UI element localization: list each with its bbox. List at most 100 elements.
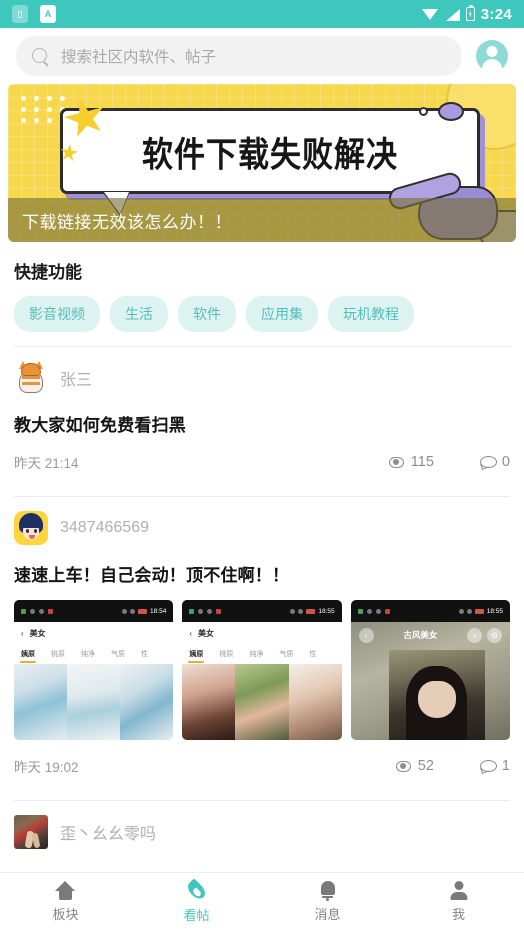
account-avatar-icon[interactable] — [476, 40, 508, 72]
post-title[interactable]: 教大家如何免费看扫黑 — [14, 411, 510, 436]
banner-caption-bar: 下载链接无效该怎么办！！ — [8, 198, 516, 242]
thumbnail-status-bar: 18:55 — [182, 600, 342, 622]
status-bar-clock: 3:24 — [480, 5, 512, 23]
post-item[interactable]: 3487466569 速速上车！自己会动！顶不住啊！！ 18:54 ‹ 美女 姨… — [0, 497, 524, 786]
thumbnail-inner-photo — [388, 650, 485, 740]
comment-icon — [479, 759, 497, 773]
comment-count: 0 — [479, 454, 510, 470]
thumbnail-tab: 桃原 — [51, 651, 65, 658]
post-thumbnail[interactable]: 18:55 ‹ 美女 姨原 桃原 纯净 气质 性 — [182, 600, 342, 740]
eye-icon — [388, 456, 404, 468]
post-header: 歪丶幺幺零吗 — [14, 815, 510, 849]
quick-functions-title: 快捷功能 — [14, 263, 82, 282]
thumbnail-player-view: ‹ 古风美女 ♪ ⚙ — [350, 622, 510, 740]
banner-title: 软件下载失败解决 — [142, 134, 398, 176]
thumbnail-tab: 气质 — [279, 651, 294, 658]
thumbnail-tab: 性 — [141, 651, 148, 658]
avatar[interactable] — [14, 511, 48, 545]
chip-life[interactable]: 生活 — [110, 296, 168, 332]
view-count: 115 — [388, 454, 434, 470]
back-chevron-icon: ‹ — [21, 628, 24, 638]
tab-messages[interactable]: 消息 — [262, 880, 393, 923]
search-input[interactable]: 搜索社区内软件、帖子 — [61, 45, 216, 67]
tab-profile[interactable]: 我 — [393, 880, 524, 923]
search-bar[interactable]: 搜索社区内软件、帖子 — [16, 36, 462, 76]
post-username[interactable]: 张三 — [60, 366, 92, 390]
thumbnail-tab: 姨原 — [188, 651, 205, 663]
chip-software[interactable]: 软件 — [178, 296, 236, 332]
flame-icon — [187, 880, 206, 901]
home-icon — [55, 880, 76, 900]
volume-icon: ♪ — [466, 627, 482, 643]
comment-icon — [479, 455, 497, 469]
thumbnail-status-bar: 18:54 — [14, 600, 174, 622]
thumbnail-tab: 性 — [309, 651, 317, 658]
banner-caption: 下载链接无效该怎么办！！ — [22, 212, 232, 232]
thumbnail-tab: 纯净 — [81, 651, 95, 658]
battery-charging-icon — [465, 4, 475, 21]
back-chevron-icon: ‹ — [189, 628, 192, 638]
promo-banner[interactable]: 软件下载失败解决 下载链接无效该怎么办！！ — [8, 84, 516, 242]
post-thumbnail[interactable]: 18:54 ‹ 美女 姨原 桃原 纯净 气质 性 — [14, 600, 174, 740]
chip-app-collection[interactable]: 应用集 — [246, 296, 318, 332]
view-count: 52 — [395, 758, 434, 774]
tab-profile-label: 我 — [451, 907, 465, 922]
app-notification-icon: A — [40, 5, 56, 23]
post-header: 3487466569 — [14, 511, 510, 545]
quick-functions-chip-list: 影音视频 生活 软件 应用集 玩机教程 — [14, 296, 510, 332]
avatar[interactable] — [14, 815, 48, 849]
post-item[interactable]: 歪丶幺幺零吗 — [0, 801, 524, 859]
comment-count: 1 — [479, 758, 510, 774]
thumbnail-tabs: 姨原 桃原 纯净 气质 性 — [14, 644, 174, 664]
chip-tutorial[interactable]: 玩机教程 — [328, 296, 414, 332]
bottom-navigation: 板块 看帖 消息 我 — [0, 872, 524, 930]
status-bar-left-icons: ▯ A — [12, 5, 56, 23]
app-header: 搜索社区内软件、帖子 — [0, 28, 524, 84]
thumbnail-nav-title: 美女 — [198, 628, 214, 638]
thumbnail-tab: 姨原 — [20, 651, 36, 663]
wifi-icon — [421, 8, 439, 21]
view-count-value: 52 — [417, 758, 434, 774]
post-item[interactable]: 张三 教大家如何免费看扫黑 昨天 21:14 115 0 — [0, 347, 524, 482]
post-stats: 52 1 — [395, 758, 510, 774]
post-header: 张三 — [14, 361, 510, 395]
status-bar: ▯ A 3:24 — [0, 0, 524, 28]
thumbnail-tab: 纯净 — [249, 651, 264, 658]
post-timestamp: 昨天 19:02 — [14, 760, 79, 775]
thumbnail-status-bar: 18:55 — [350, 600, 510, 622]
avatar[interactable] — [14, 361, 48, 395]
person-icon — [449, 880, 468, 900]
thumbnail-clock: 18:54 — [150, 607, 167, 615]
post-thumbnail-list: 18:54 ‹ 美女 姨原 桃原 纯净 气质 性 18:55 ‹ 美女 姨原 桃… — [14, 600, 510, 740]
post-meta: 昨天 19:02 52 1 — [14, 756, 510, 776]
chip-video[interactable]: 影音视频 — [14, 296, 100, 332]
comment-count-value: 1 — [501, 758, 510, 774]
battery-saver-notification-icon: ▯ — [12, 5, 28, 23]
thumbnail-tabs: 姨原 桃原 纯净 气质 性 — [182, 644, 342, 664]
thumbnail-clock: 18:55 — [486, 607, 503, 615]
search-icon — [32, 47, 49, 65]
tab-messages-label: 消息 — [314, 907, 341, 922]
thumbnail-nav-bar: ‹ 美女 — [182, 622, 342, 644]
post-timestamp: 昨天 21:14 — [14, 456, 79, 471]
view-count-value: 115 — [410, 454, 434, 470]
thumbnail-image-grid — [182, 664, 342, 740]
post-username[interactable]: 3487466569 — [60, 519, 149, 537]
thumbnail-image-grid — [14, 664, 174, 740]
banner-oval-decoration — [438, 102, 464, 121]
tab-posts[interactable]: 看帖 — [131, 880, 262, 924]
post-meta: 昨天 21:14 115 0 — [14, 452, 510, 472]
thumbnail-overlay-title: 古风美女 — [403, 630, 438, 640]
thumbnail-nav-bar: ‹ 美女 — [14, 622, 174, 644]
tab-board[interactable]: 板块 — [0, 880, 131, 923]
back-chevron-icon: ‹ — [358, 627, 374, 643]
tab-board-label: 板块 — [52, 906, 79, 922]
post-title[interactable]: 速速上车！自己会动！顶不住啊！！ — [14, 561, 510, 586]
post-username[interactable]: 歪丶幺幺零吗 — [60, 820, 156, 844]
thumbnail-tab: 桃原 — [219, 651, 234, 658]
app-screen: ▯ A 3:24 搜索社区内软件、帖子 软件下载失败解决 下载链接无效该怎么办！… — [0, 0, 524, 930]
banner-dot-decoration — [419, 107, 428, 116]
quick-functions-section: 快捷功能 影音视频 生活 软件 应用集 玩机教程 — [0, 242, 524, 332]
post-thumbnail[interactable]: 18:55 ‹ 古风美女 ♪ ⚙ — [350, 600, 510, 740]
thumbnail-clock: 18:55 — [318, 607, 335, 615]
